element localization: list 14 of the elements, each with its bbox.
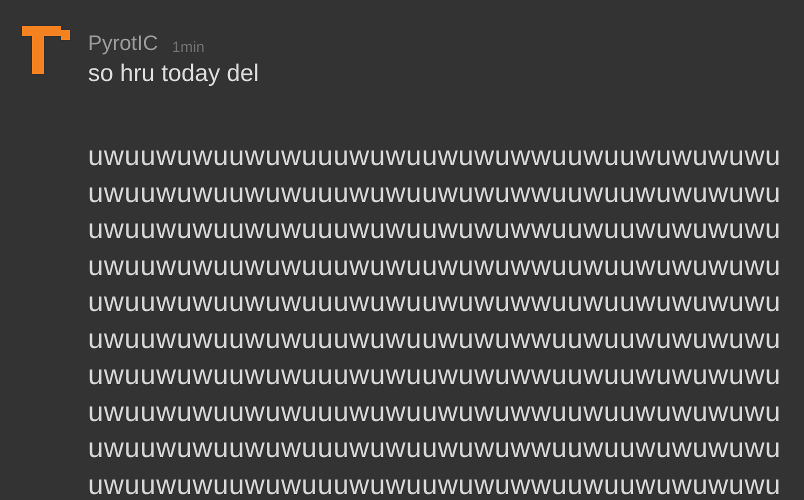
message-text: so hru today del [88, 59, 260, 89]
message-line: uwuuwuwuuwuwuuuwuwuuwuwuwwuuwuuwuwuwuwu [88, 431, 781, 465]
message-line: uwuuwuwuuwuwuuuwuwuuwuwuwwuuwuuwuwuwuwu [88, 212, 781, 246]
message-line: uwuuwuwuuwuwuuuwuwuuwuwuwwuuwuuwuwuwuwu [88, 468, 781, 500]
message-line: uwuuwuwuuwuwuuuwuwuuwuwuwwuuwuuwuwuwuwu [88, 394, 781, 428]
message-line: uwuuwuwuuwuwuuuwuwuuwuwuwwuuwuuwuwuwuwu [88, 176, 781, 210]
message-line: uwuuwuwuuwuwuuuwuwuuwuwuwwuuwuuwuwuwuwu [88, 285, 781, 319]
message-line: uwuuwuwuuwuwuuuwuwuuwuwuwwuuwuuwuwuwuwu [88, 248, 781, 282]
message-line: uwuuwuwuuwuwuuuwuwuuwuwuwwuuwuuwuwuwuwu [88, 322, 781, 356]
message-line: uwuuwuwuuwuwuuuwuwuuwuwuwwuuwuuwuwuwuwu [88, 358, 781, 392]
timestamp: 1min [172, 39, 205, 56]
username[interactable]: PyrotIC [88, 32, 158, 56]
message-line: uwuuwuwuuwuwuuuwuwuuwuwuwwuuwuuwuwuwuwu [88, 139, 781, 173]
avatar-icon [22, 26, 70, 74]
